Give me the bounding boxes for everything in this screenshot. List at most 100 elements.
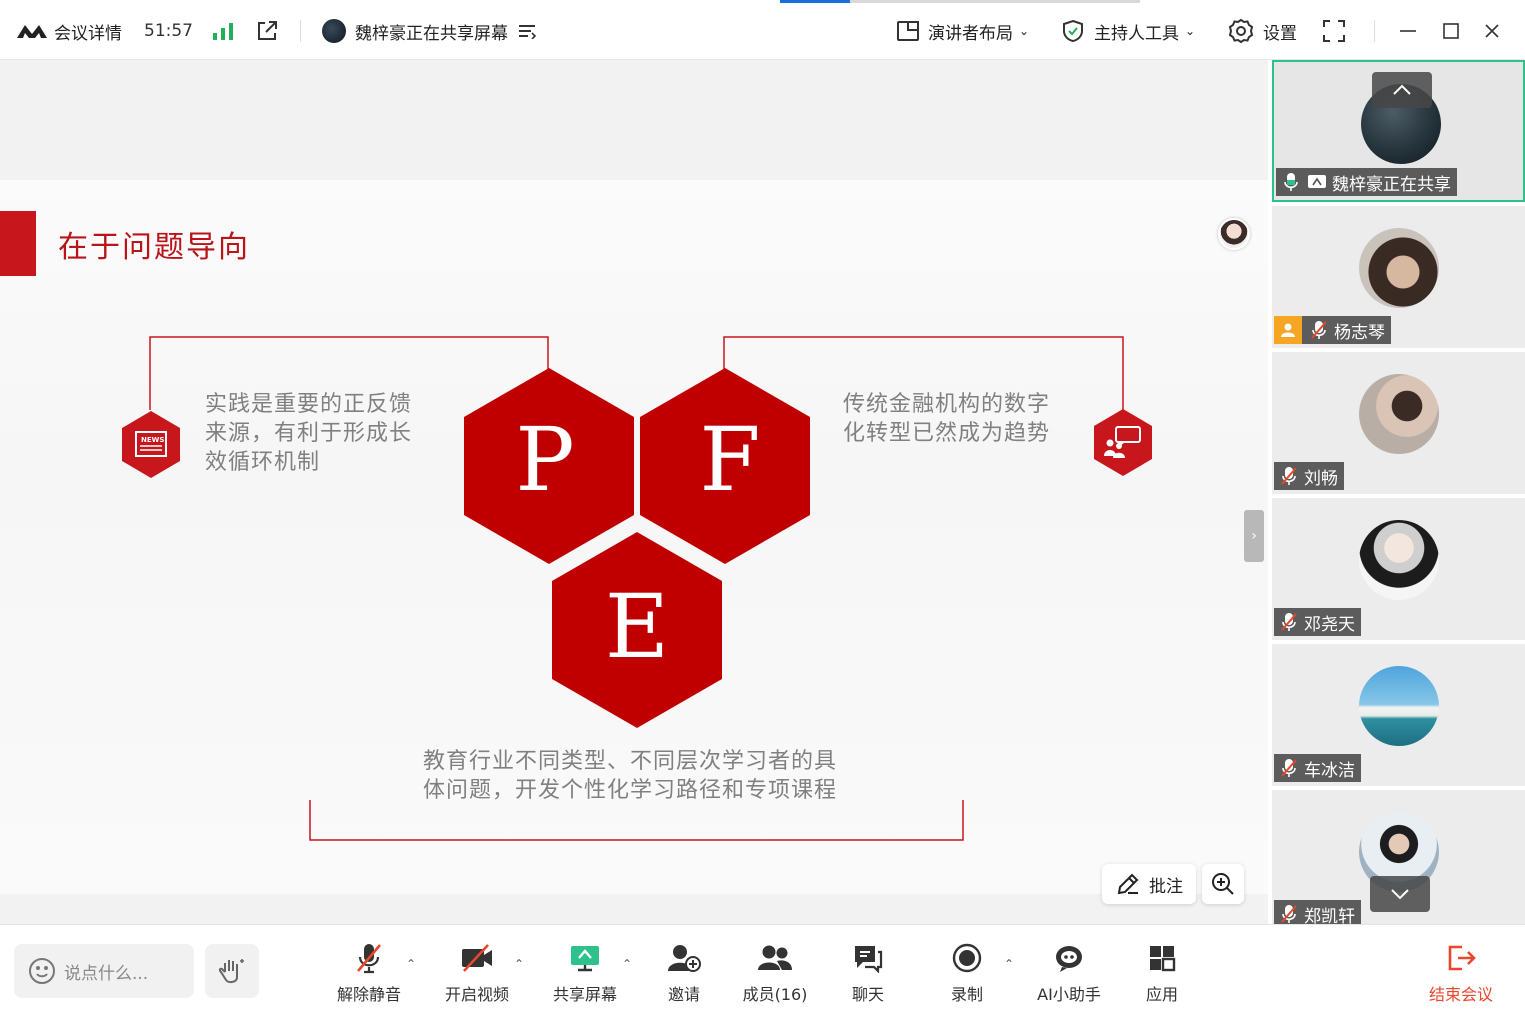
zoom-in-button[interactable] (1202, 864, 1244, 904)
members-button[interactable]: 成员(16) (730, 941, 820, 1005)
participant-label: 郑凯轩 (1274, 900, 1361, 924)
ai-assistant-label: AI小助手 (1037, 985, 1101, 1004)
presentation-slide: 在于问题导向 P F E NEWS 实践是重要的正反馈 来源，有利于形成长 效循… (0, 180, 1268, 894)
invite-button[interactable]: 邀请 (639, 941, 729, 1005)
text-right-block: 传统金融机构的数字 化转型已然成为趋势 (843, 390, 1083, 448)
participant-tile[interactable]: 魏梓豪正在共享 (1272, 60, 1525, 202)
svg-text:NEWS: NEWS (141, 436, 164, 444)
mic-muted-icon (1278, 611, 1300, 633)
tab-indicator (780, 0, 850, 3)
logo-icon (17, 25, 47, 38)
raise-hand-icon (218, 959, 244, 984)
participant-label: 刘畅 (1274, 462, 1344, 490)
participant-tile[interactable]: 邓尧天 (1272, 498, 1525, 640)
layout-menu-button[interactable]: 演讲者布局 ⌄ (896, 14, 1029, 48)
invite-label: 邀请 (667, 985, 700, 1004)
video-options-chevron-up-icon[interactable]: ⌃ (514, 957, 524, 971)
sharing-status[interactable]: 魏梓豪正在共享屏幕 (322, 14, 536, 48)
bottom-toolbar: 说点什么... 解除静音 ⌃ 开启视频 ⌃ 共享屏幕 ⌃ 邀请 成员(16) 聊… (0, 924, 1525, 1015)
text-bottom-block: 教育行业不同类型、不同层次学习者的具 体问题，开发个性化学习路径和专项课程 (423, 747, 863, 805)
chat-label: 聊天 (851, 985, 884, 1004)
list-icon (519, 25, 536, 39)
maximize-window-icon[interactable] (1441, 14, 1461, 48)
chat-input[interactable]: 说点什么... (14, 944, 194, 998)
sharing-status-label: 魏梓豪正在共享屏幕 (355, 23, 508, 44)
participant-name: 郑凯轩 (1304, 906, 1355, 925)
apps-button[interactable]: 应用 (1117, 941, 1207, 1005)
start-video-button[interactable]: 开启视频 (432, 941, 522, 1005)
participant-panel: 魏梓豪正在共享 杨志琴 刘畅 邓尧天 车冰洁 郑凯轩 (1270, 60, 1525, 924)
host-tools-label: 主持人工具 (1094, 23, 1179, 44)
text-left-line: 效循环机制 (205, 450, 321, 475)
signal-strength-icon[interactable] (212, 14, 234, 48)
shared-screen-stage: 在于问题导向 P F E NEWS 实践是重要的正反馈 来源，有利于形成长 效循… (0, 60, 1268, 924)
sharer-avatar (322, 19, 346, 43)
record-icon (952, 943, 982, 973)
chat-button[interactable]: 聊天 (823, 941, 913, 1005)
text-bottom-line: 体问题，开发个性化学习路径和专项课程 (423, 778, 838, 803)
settings-button[interactable]: 设置 (1228, 14, 1297, 48)
connector-line-bottom (309, 800, 964, 841)
ai-assistant-button[interactable]: AI小助手 (1024, 941, 1114, 1005)
chevron-up-icon (1393, 84, 1411, 95)
minimize-window-icon[interactable] (1398, 14, 1418, 48)
mic-on-icon (1280, 171, 1302, 193)
chevron-down-icon (1391, 889, 1409, 900)
participant-label: 魏梓豪正在共享 (1276, 168, 1457, 196)
text-left-block: 实践是重要的正反馈 来源，有利于形成长 效循环机制 (205, 390, 445, 477)
text-right-line: 化转型已然成为趋势 (843, 421, 1051, 446)
participant-tile[interactable]: 杨志琴 (1272, 206, 1525, 348)
share-screen-button[interactable]: 共享屏幕 (540, 941, 630, 1005)
record-button[interactable]: 录制 (922, 941, 1012, 1005)
participant-label: 杨志琴 (1274, 316, 1391, 344)
chat-icon (855, 946, 883, 973)
host-badge-icon (1274, 316, 1302, 344)
ai-assistant-icon (1056, 946, 1082, 972)
participant-name: 车冰洁 (1304, 760, 1355, 781)
audio-options-chevron-up-icon[interactable]: ⌃ (406, 957, 416, 971)
start-video-label: 开启视频 (444, 985, 509, 1004)
hex-letter-e: E (605, 575, 669, 678)
shield-icon (1063, 19, 1083, 43)
apps-grid-icon (1150, 946, 1176, 972)
meeting-details-label: 会议详情 (54, 23, 122, 44)
settings-label: 设置 (1263, 23, 1297, 44)
annotate-button[interactable]: 批注 (1102, 864, 1196, 904)
end-meeting-button[interactable]: 结束会议 (1416, 941, 1506, 1005)
share-options-chevron-up-icon[interactable]: ⌃ (622, 957, 632, 971)
participant-label: 车冰洁 (1274, 754, 1361, 782)
unmute-label: 解除静音 (336, 985, 401, 1004)
chat-placeholder: 说点什么... (64, 963, 149, 984)
chevron-down-icon: ⌄ (1019, 24, 1030, 38)
scroll-down-button[interactable] (1370, 876, 1430, 912)
text-left-line: 实践是重要的正反馈 (205, 392, 413, 417)
participant-tile[interactable]: 刘畅 (1272, 352, 1525, 494)
participant-tile[interactable]: 郑凯轩 (1272, 790, 1525, 924)
fullscreen-icon[interactable] (1322, 14, 1346, 48)
raise-hand-button[interactable] (205, 944, 259, 998)
chevron-right-icon: › (1251, 528, 1257, 544)
unmute-button[interactable]: 解除静音 (324, 941, 414, 1005)
meeting-details-button[interactable]: 会议详情 (16, 14, 122, 48)
hex-letter-f: F (699, 408, 760, 511)
members-icon (758, 945, 792, 970)
end-meeting-label: 结束会议 (1428, 985, 1493, 1004)
close-window-icon[interactable] (1482, 14, 1502, 48)
mic-muted-icon (357, 944, 381, 974)
participant-name: 杨志琴 (1334, 322, 1385, 343)
share-screen-icon (571, 946, 599, 972)
participant-tile[interactable]: 车冰洁 (1272, 644, 1525, 786)
emoji-icon (29, 958, 55, 984)
record-options-chevron-up-icon[interactable]: ⌃ (1004, 957, 1014, 971)
popout-icon[interactable] (255, 14, 279, 48)
news-hexagon (122, 411, 180, 478)
scroll-up-button[interactable] (1372, 72, 1432, 108)
participant-name: 刘畅 (1304, 468, 1338, 489)
divider (1374, 20, 1375, 42)
avatar (1359, 228, 1439, 308)
tab-indicator-track (850, 0, 1140, 3)
collapse-panel-button[interactable]: › (1244, 510, 1264, 562)
host-tools-button[interactable]: 主持人工具 ⌄ (1062, 14, 1195, 48)
participant-name: 邓尧天 (1304, 614, 1355, 635)
pen-icon (1117, 873, 1139, 895)
